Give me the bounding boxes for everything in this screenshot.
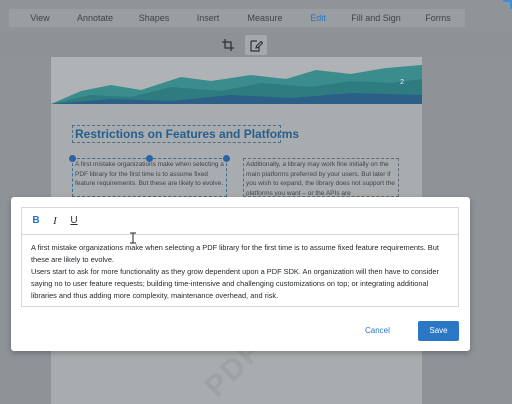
underline-button[interactable]: U (66, 213, 82, 229)
edit-text-dialog: B I U A first mistake organizations make… (11, 197, 470, 351)
tab-forms[interactable]: Forms (418, 9, 458, 27)
editor-paragraph-1: A first mistake organizations make when … (31, 243, 439, 264)
page-number: 2 (400, 79, 404, 86)
tab-shapes[interactable]: Shapes (134, 9, 174, 27)
edit-toolbar (0, 33, 512, 57)
rich-text-editor[interactable]: B I U A first mistake organizations make… (21, 207, 459, 307)
tab-annotate[interactable]: Annotate (72, 9, 118, 27)
save-button[interactable]: Save (418, 321, 459, 341)
italic-button[interactable]: I (47, 213, 63, 229)
cancel-button[interactable]: Cancel (365, 326, 390, 335)
resize-handle-top-mid[interactable] (146, 155, 153, 162)
page-banner: 2 (51, 57, 422, 104)
crop-button[interactable] (217, 35, 239, 55)
heading-text-block[interactable]: Restrictions on Features and Platforms (72, 125, 299, 143)
banner-graphic (51, 65, 422, 104)
edit-content-button[interactable] (245, 35, 267, 55)
editor-content[interactable]: A first mistake organizations make when … (31, 242, 451, 302)
tab-fill-and-sign[interactable]: Fill and Sign (348, 9, 404, 27)
edit-content-icon (249, 39, 263, 52)
tab-insert[interactable]: Insert (190, 9, 226, 27)
tab-bar: View Annotate Shapes Insert Measure Edit… (9, 9, 465, 27)
right-text-block[interactable]: Additionally, a library may work fine in… (243, 158, 399, 197)
tab-measure[interactable]: Measure (242, 9, 288, 27)
resize-handle-top-right[interactable] (223, 155, 230, 162)
crop-icon (222, 39, 234, 51)
main-toolbar: View Annotate Shapes Insert Measure Edit… (0, 0, 512, 33)
text-cursor-icon (130, 232, 136, 244)
corner-indicator (503, 0, 512, 9)
bold-button[interactable]: B (28, 213, 44, 229)
format-toolbar: B I U (22, 208, 458, 235)
left-text-block[interactable]: A first mistake organizations make when … (72, 158, 227, 197)
tab-view[interactable]: View (22, 9, 58, 27)
editor-paragraph-2: Users start to ask for more functionalit… (31, 267, 439, 300)
page-heading: Restrictions on Features and Platforms (75, 127, 300, 141)
tab-edit[interactable]: Edit (302, 9, 334, 27)
resize-handle-top-left[interactable] (69, 155, 76, 162)
